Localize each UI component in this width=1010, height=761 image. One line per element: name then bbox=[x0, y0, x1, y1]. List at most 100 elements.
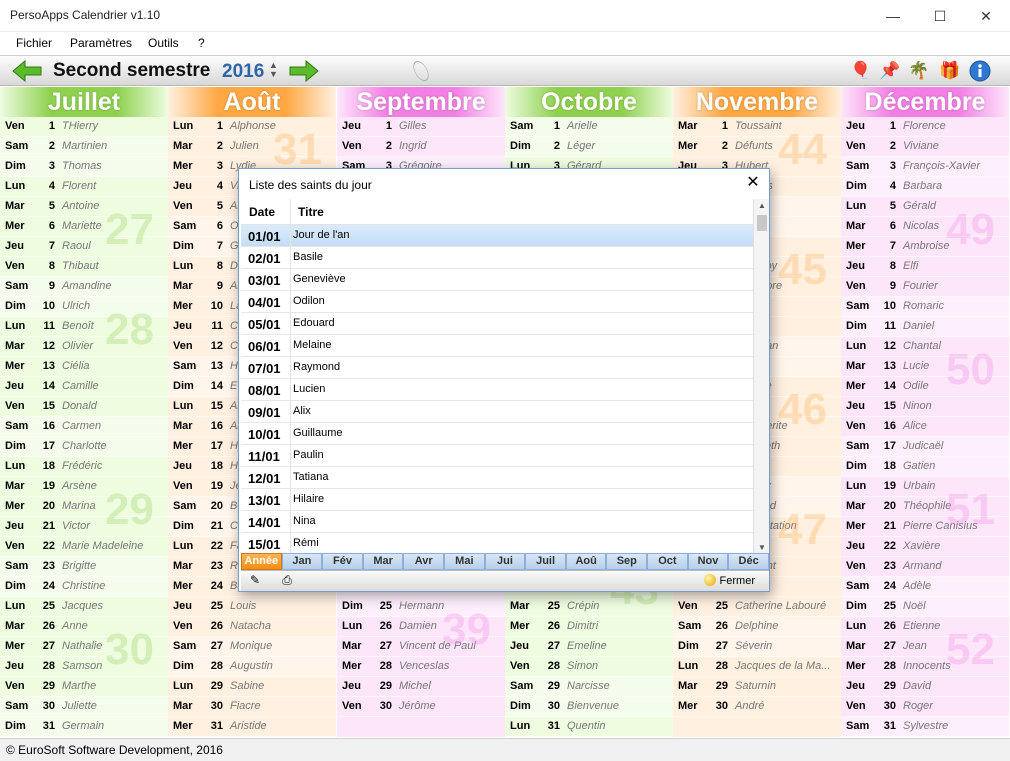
saint-row[interactable]: 14/01 Nina bbox=[241, 511, 753, 533]
saint-row[interactable]: 03/01 Geneviève bbox=[241, 269, 753, 291]
tab-1[interactable]: Jan bbox=[281, 553, 323, 570]
day-cell[interactable]: Dim 4 Barbara bbox=[841, 177, 1009, 197]
day-cell[interactable]: Dim 27 Séverin bbox=[673, 637, 841, 657]
day-cell[interactable]: Lun 4 Florent bbox=[0, 177, 168, 197]
pin-icon[interactable]: 📌 bbox=[879, 60, 901, 82]
day-cell[interactable]: Sam 23 Brigitte bbox=[0, 557, 168, 577]
day-cell[interactable]: Dim 18 Gatien bbox=[841, 457, 1009, 477]
day-cell[interactable]: Mar 19 Arsène bbox=[0, 477, 168, 497]
tab-5[interactable]: Mai bbox=[444, 553, 485, 570]
pencil-icon[interactable]: ✎ bbox=[245, 573, 265, 589]
saint-row[interactable]: 11/01 Paulin bbox=[241, 445, 753, 467]
menu-help[interactable]: ? bbox=[198, 36, 205, 50]
day-cell[interactable]: Lun 1 Alphonse bbox=[168, 117, 336, 137]
close-button[interactable]: ✕ bbox=[963, 0, 1009, 32]
tab-3[interactable]: Mar bbox=[362, 553, 404, 570]
day-cell[interactable]: Dim 30 Bienvenue bbox=[505, 697, 673, 717]
day-cell[interactable]: Ven 1 THierry bbox=[0, 117, 168, 137]
day-cell[interactable]: Mar 27 Jean bbox=[841, 637, 1009, 657]
fermer-button[interactable]: Fermer bbox=[703, 574, 755, 587]
day-cell[interactable]: Mer 7 Ambroise bbox=[841, 237, 1009, 257]
arrow-right-icon[interactable] bbox=[288, 59, 320, 83]
day-cell[interactable]: Lun 18 Frédéric bbox=[0, 457, 168, 477]
day-cell[interactable]: Dim 2 Léger bbox=[505, 137, 673, 157]
day-cell[interactable]: Ven 30 Jérôme bbox=[337, 697, 505, 717]
day-cell[interactable]: Ven 26 Natacha bbox=[168, 617, 336, 637]
day-cell[interactable]: Jeu 29 Michel bbox=[337, 677, 505, 697]
day-cell[interactable]: Dim 24 Christine bbox=[0, 577, 168, 597]
day-cell[interactable]: Jeu 14 Camille bbox=[0, 377, 168, 397]
printer-icon[interactable]: ⎙ bbox=[277, 573, 297, 589]
saint-row[interactable]: 10/01 Guillaume bbox=[241, 423, 753, 445]
day-cell[interactable]: Sam 29 Narcisse bbox=[505, 677, 673, 697]
day-cell[interactable]: Dim 11 Daniel bbox=[841, 317, 1009, 337]
day-cell[interactable]: Sam 3 François-Xavier bbox=[841, 157, 1009, 177]
tab-10[interactable]: Oct bbox=[647, 553, 688, 570]
saint-row[interactable]: 13/01 Hilaire bbox=[241, 489, 753, 511]
day-cell[interactable]: Mar 5 Antoine bbox=[0, 197, 168, 217]
col-title-header[interactable]: Titre bbox=[298, 205, 324, 219]
tab-4[interactable]: Avr bbox=[403, 553, 445, 570]
day-cell[interactable]: Lun 11 Benoît bbox=[0, 317, 168, 337]
tab-9[interactable]: Sep bbox=[606, 553, 648, 570]
day-cell[interactable]: Lun 25 Jacques bbox=[0, 597, 168, 617]
day-cell[interactable]: Mer 28 Innocents bbox=[841, 657, 1009, 677]
saint-row[interactable]: 06/01 Melaine bbox=[241, 335, 753, 357]
tab-8[interactable]: Aoû bbox=[565, 553, 607, 570]
day-cell[interactable]: Mer 20 Marina bbox=[0, 497, 168, 517]
day-cell[interactable]: Mar 26 Anne bbox=[0, 617, 168, 637]
month-header[interactable]: Juillet bbox=[0, 87, 168, 117]
month-header[interactable]: Octobre bbox=[505, 87, 673, 117]
day-cell[interactable]: Mar 12 Olivier bbox=[0, 337, 168, 357]
day-cell[interactable]: Mar 6 Nicolas bbox=[841, 217, 1009, 237]
day-cell[interactable]: Mer 30 André bbox=[673, 697, 841, 717]
scroll-up-icon[interactable]: ▲ bbox=[754, 199, 770, 213]
menu-fichier[interactable]: Fichier bbox=[16, 36, 52, 50]
saint-row[interactable]: 02/01 Basile bbox=[241, 247, 753, 269]
day-cell[interactable]: Ven 29 Marthe bbox=[0, 677, 168, 697]
month-header[interactable]: Septembre bbox=[337, 87, 505, 117]
menu-outils[interactable]: Outils bbox=[148, 36, 179, 50]
day-cell[interactable]: Mar 1 Toussaint bbox=[673, 117, 841, 137]
day-cell[interactable]: Jeu 8 Elfi bbox=[841, 257, 1009, 277]
day-cell[interactable]: Jeu 1 Gilles bbox=[337, 117, 505, 137]
day-cell[interactable]: Mer 26 Dimitri bbox=[505, 617, 673, 637]
day-cell[interactable]: Dim 25 Noël bbox=[841, 597, 1009, 617]
day-cell[interactable]: Jeu 15 Ninon bbox=[841, 397, 1009, 417]
day-cell[interactable]: Mer 13 Ciélia bbox=[0, 357, 168, 377]
day-cell[interactable]: Mer 28 Venceslas bbox=[337, 657, 505, 677]
tab-11[interactable]: Nov bbox=[687, 553, 729, 570]
day-cell[interactable]: Dim 28 Augustin bbox=[168, 657, 336, 677]
day-cell[interactable]: Sam 30 Juliette bbox=[0, 697, 168, 717]
day-cell[interactable]: Mar 2 Julien bbox=[168, 137, 336, 157]
day-cell[interactable]: Ven 30 Roger bbox=[841, 697, 1009, 717]
saint-row[interactable]: 05/01 Edouard bbox=[241, 313, 753, 335]
arrow-left-icon[interactable] bbox=[11, 59, 43, 83]
tab-2[interactable]: Fév bbox=[322, 553, 363, 570]
col-date-header[interactable]: Date bbox=[249, 205, 275, 219]
day-cell[interactable]: Mer 27 Nathalie bbox=[0, 637, 168, 657]
saint-row[interactable]: 15/01 Rémi bbox=[241, 533, 753, 555]
month-header[interactable]: Décembre bbox=[841, 87, 1009, 117]
day-cell[interactable]: Jeu 28 Samson bbox=[0, 657, 168, 677]
saint-row[interactable]: 04/01 Odilon bbox=[241, 291, 753, 313]
day-cell[interactable]: Lun 26 Damien bbox=[337, 617, 505, 637]
dialog-close-icon[interactable]: ✕ bbox=[743, 173, 763, 193]
saint-row[interactable]: 09/01 Alix bbox=[241, 401, 753, 423]
tab-0[interactable]: Année bbox=[241, 553, 282, 570]
day-cell[interactable]: Lun 19 Urbain bbox=[841, 477, 1009, 497]
month-header[interactable]: Novembre bbox=[673, 87, 841, 117]
day-cell[interactable]: Sam 31 Sylvestre bbox=[841, 717, 1009, 737]
day-cell[interactable]: Jeu 22 Xavière bbox=[841, 537, 1009, 557]
day-cell[interactable]: Mar 30 Fiacre bbox=[168, 697, 336, 717]
gift-icon[interactable]: 🎁 bbox=[939, 60, 961, 82]
info-icon[interactable] bbox=[969, 60, 991, 82]
day-cell[interactable]: Ven 9 Fourier bbox=[841, 277, 1009, 297]
tab-6[interactable]: Jui bbox=[484, 553, 526, 570]
day-cell[interactable]: Mar 27 Vincent de Paul bbox=[337, 637, 505, 657]
vertical-scrollbar[interactable]: ▲ ▼ bbox=[753, 199, 769, 555]
day-cell[interactable]: Sam 24 Adèle bbox=[841, 577, 1009, 597]
day-cell[interactable]: Mer 6 Mariette bbox=[0, 217, 168, 237]
day-cell[interactable]: Ven 16 Alice bbox=[841, 417, 1009, 437]
day-cell[interactable]: Lun 29 Sabine bbox=[168, 677, 336, 697]
